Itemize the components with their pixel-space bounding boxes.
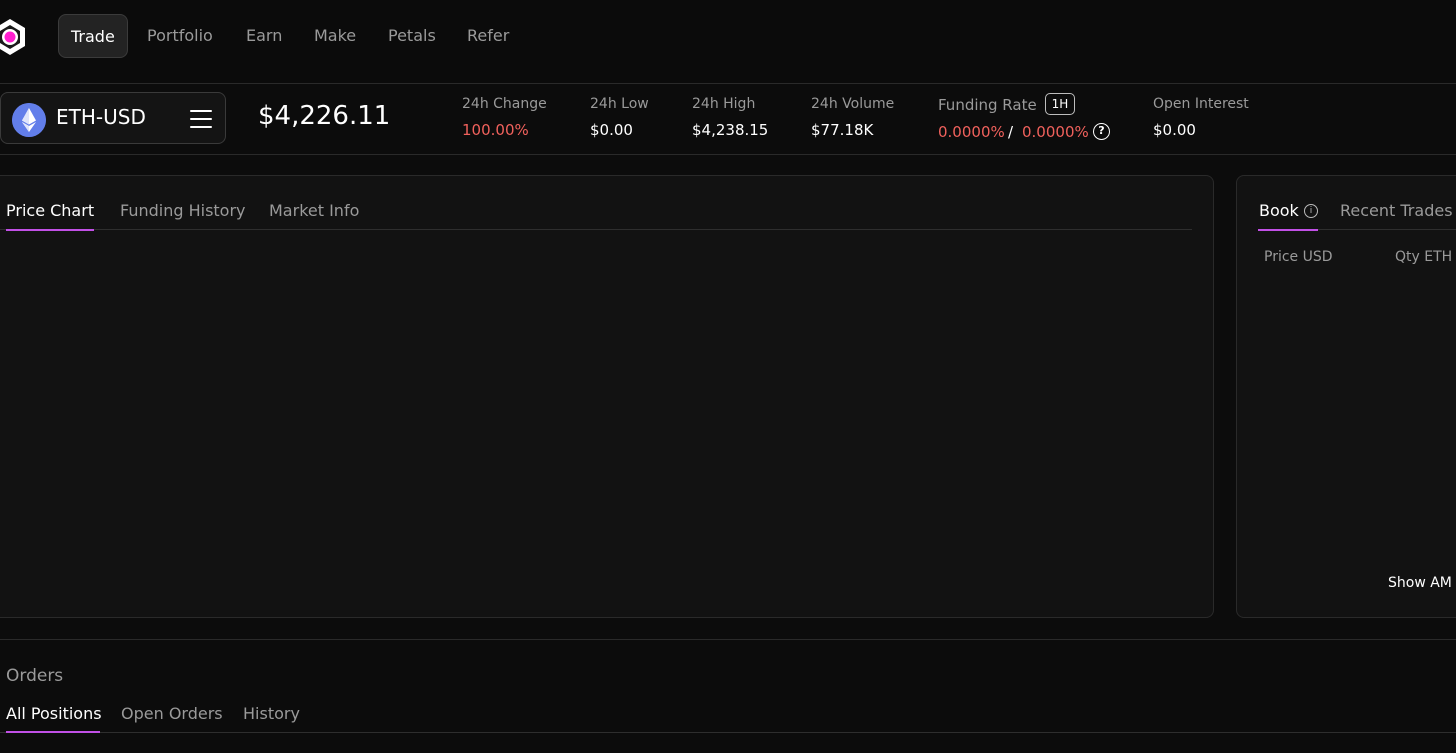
oi-label: Open Interest [1153, 96, 1249, 112]
orderbook-panel [1236, 175, 1456, 618]
ethereum-icon [12, 103, 46, 137]
show-amount-toggle[interactable]: Show AM [1388, 575, 1452, 591]
tab-history[interactable]: History [243, 704, 300, 723]
tab-all-positions[interactable]: All Positions [6, 704, 102, 723]
column-price: Price USD [1264, 249, 1333, 265]
nav-make[interactable]: Make [302, 14, 368, 58]
change-value: 100.00% [462, 121, 529, 139]
low-value: $0.00 [590, 121, 633, 139]
info-icon[interactable]: i [1304, 204, 1318, 218]
orders-title: Orders [6, 666, 64, 686]
tab-open-orders[interactable]: Open Orders [121, 704, 223, 723]
high-label: 24h High [692, 96, 756, 112]
nav-portfolio[interactable]: Portfolio [135, 14, 225, 58]
flower-logo-icon[interactable] [0, 17, 30, 57]
nav-petals[interactable]: Petals [376, 14, 448, 58]
tab-book[interactable]: Book [1259, 201, 1299, 220]
low-label: 24h Low [590, 96, 649, 112]
chart-tabs-divider [0, 229, 1192, 230]
nav-earn[interactable]: Earn [234, 14, 294, 58]
funding-separator: / [1008, 123, 1014, 141]
volume-value: $77.18K [811, 121, 874, 139]
nav-refer[interactable]: Refer [455, 14, 521, 58]
funding-interval-badge[interactable]: 1H [1045, 93, 1075, 115]
funding-label: Funding Rate [938, 96, 1037, 114]
volume-label: 24h Volume [811, 96, 895, 112]
orders-section [0, 639, 1456, 753]
tab-funding-history[interactable]: Funding History [120, 201, 246, 220]
tab-recent-trades[interactable]: Recent Trades [1340, 201, 1453, 220]
funding-value-a: 0.0000% [938, 123, 1005, 141]
orders-tab-underline [6, 731, 100, 733]
help-icon[interactable]: ? [1093, 123, 1110, 140]
price-chart-area[interactable] [0, 232, 1204, 612]
last-price: $4,226.11 [258, 101, 391, 131]
pair-name: ETH-USD [56, 105, 146, 129]
orders-tabs-divider [0, 732, 1456, 733]
tab-price-chart[interactable]: Price Chart [6, 201, 94, 220]
tab-market-info[interactable]: Market Info [269, 201, 359, 220]
column-qty: Qty ETH [1395, 249, 1453, 265]
nav-trade[interactable]: Trade [58, 14, 128, 58]
change-label: 24h Change [462, 96, 547, 112]
oi-value: $0.00 [1153, 121, 1196, 139]
funding-value-b: 0.0000% [1022, 123, 1089, 141]
book-tab-underline [1258, 229, 1318, 231]
active-tab-underline [6, 229, 94, 231]
high-value: $4,238.15 [692, 121, 769, 139]
menu-icon[interactable] [190, 110, 212, 128]
